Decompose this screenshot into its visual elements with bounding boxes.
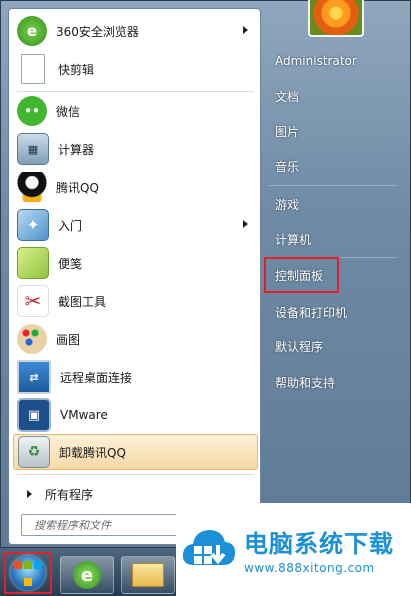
document-icon <box>21 54 45 84</box>
wechat-icon: •• <box>17 96 47 126</box>
watermark-url: www.888xitong.com <box>244 561 375 575</box>
watermark: 电脑系统下载 www.888xitong.com <box>176 503 411 596</box>
right-item-devices-printers[interactable]: 设备和打印机 <box>267 297 397 327</box>
right-item-default-programs[interactable]: 默认程序 <box>267 331 397 361</box>
right-item-label: 音乐 <box>275 159 300 174</box>
separator <box>17 91 254 92</box>
start-menu: e 360安全浏览器 快剪辑 •• 微信 ▦ 计算器 腾讯QQ ✦ 入门 便笺 <box>0 0 411 548</box>
program-item-wechat[interactable]: •• 微信 <box>13 93 258 129</box>
all-programs-label: 所有程序 <box>45 487 94 502</box>
program-label: 远程桌面连接 <box>60 370 133 385</box>
program-label: 卸载腾讯QQ <box>59 445 126 460</box>
right-item-games[interactable]: 游戏 <box>267 189 397 219</box>
right-item-label: 文档 <box>275 89 300 104</box>
taskbar-ie-button[interactable]: e <box>60 556 114 594</box>
paint-icon <box>17 324 47 354</box>
vmware-icon: ▣ <box>17 398 51 432</box>
watermark-title: 电脑系统下载 <box>244 530 394 558</box>
ie-browser-icon: e <box>73 561 101 589</box>
right-item-label: 帮助和支持 <box>275 375 336 390</box>
right-item-computer[interactable]: 计算机 <box>267 224 397 254</box>
separator <box>269 185 397 186</box>
program-item-vmware[interactable]: ▣ VMware <box>13 397 258 433</box>
submenu-arrow-icon <box>243 26 248 34</box>
remote-desktop-icon: ⇄ <box>17 360 51 394</box>
snipping-tool-icon: ✂ <box>17 285 49 317</box>
program-item-360-browser[interactable]: e 360安全浏览器 <box>13 13 258 49</box>
expand-arrow-icon <box>27 490 32 498</box>
separator <box>17 474 254 475</box>
program-item-calculator[interactable]: ▦ 计算器 <box>13 131 258 167</box>
highlight-box <box>264 257 339 293</box>
right-item-label: 设备和打印机 <box>275 305 348 320</box>
programs-panel: e 360安全浏览器 快剪辑 •• 微信 ▦ 计算器 腾讯QQ ✦ 入门 便笺 <box>8 8 261 545</box>
getting-started-icon: ✦ <box>17 209 49 241</box>
right-item-pictures[interactable]: 图片 <box>267 116 397 146</box>
calculator-icon: ▦ <box>17 133 49 165</box>
right-item-help-support[interactable]: 帮助和支持 <box>267 367 397 397</box>
program-label: 画图 <box>56 332 81 347</box>
taskbar-explorer-button[interactable] <box>121 556 175 594</box>
user-avatar[interactable] <box>308 0 364 37</box>
cloud-download-logo-icon <box>182 529 236 565</box>
program-label: 截图工具 <box>58 294 107 309</box>
program-label: 腾讯QQ <box>56 180 99 195</box>
right-item-documents[interactable]: 文档 <box>267 81 397 111</box>
right-item-label: 默认程序 <box>275 339 324 354</box>
qq-penguin-icon <box>17 172 47 202</box>
file-explorer-icon <box>132 563 164 587</box>
right-item-label: 游戏 <box>275 197 300 212</box>
right-item-label: Administrator <box>275 54 357 68</box>
sticky-notes-icon <box>17 247 49 279</box>
360-browser-icon: e <box>17 16 47 46</box>
program-label: 快剪辑 <box>58 62 95 77</box>
program-label: 入门 <box>58 218 83 233</box>
program-item-qq[interactable]: 腾讯QQ <box>13 169 258 205</box>
program-label: 计算器 <box>58 142 95 157</box>
recycle-bin-icon: ♻ <box>18 436 50 468</box>
program-label: 360安全浏览器 <box>56 24 139 39</box>
watermark-text: 电脑系统下载 www.888xitong.com <box>244 524 394 575</box>
program-item-kuaijianji[interactable]: 快剪辑 <box>13 51 258 87</box>
program-item-remote-desktop[interactable]: ⇄ 远程桌面连接 <box>13 359 258 395</box>
program-item-paint[interactable]: 画图 <box>13 321 258 357</box>
program-label: 便笺 <box>58 256 83 271</box>
right-item-label: 计算机 <box>275 232 312 247</box>
program-label: VMware <box>60 408 108 422</box>
right-item-label: 图片 <box>275 124 300 139</box>
program-item-getting-started[interactable]: ✦ 入门 <box>13 207 258 243</box>
program-item-snipping-tool[interactable]: ✂ 截图工具 <box>13 283 258 319</box>
program-item-uninstall-qq[interactable]: ♻ 卸载腾讯QQ <box>13 434 258 470</box>
start-button[interactable] <box>4 552 52 594</box>
start-orb-icon <box>11 556 45 590</box>
submenu-arrow-icon <box>243 220 248 228</box>
right-item-administrator[interactable]: Administrator <box>267 46 397 76</box>
program-item-sticky-notes[interactable]: 便笺 <box>13 245 258 281</box>
right-item-music[interactable]: 音乐 <box>267 151 397 181</box>
program-label: 微信 <box>56 104 81 119</box>
